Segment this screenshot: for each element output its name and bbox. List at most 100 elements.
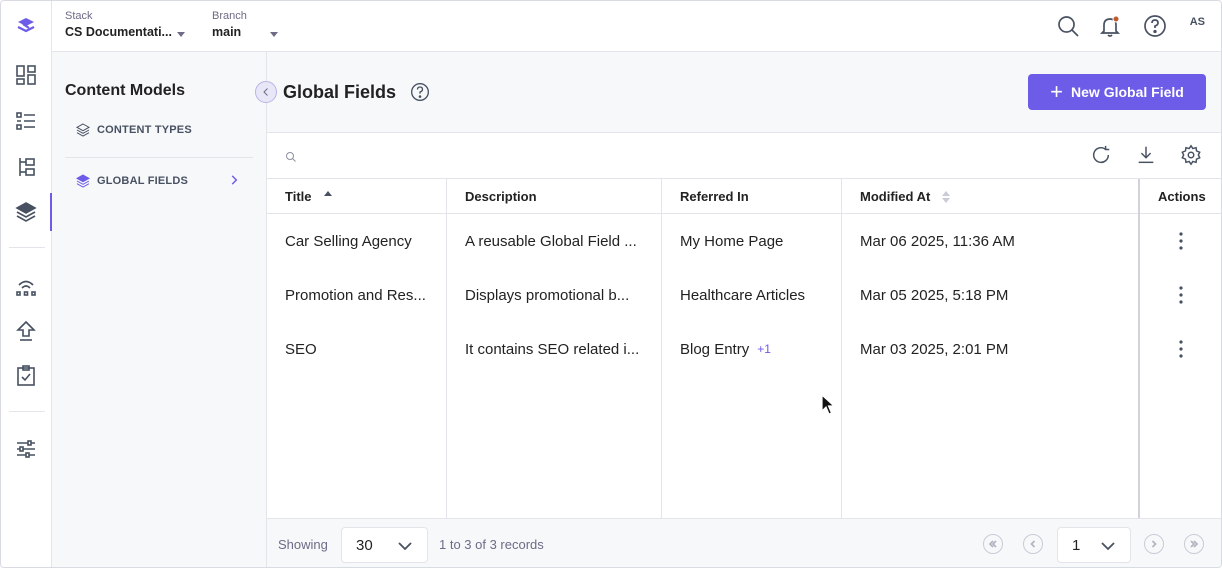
- branch-dropdown-caret-icon[interactable]: [270, 32, 278, 37]
- app-logo-icon[interactable]: [13, 13, 39, 39]
- pagination-footer: Showing 30 1 to 3 of 3 records 1: [267, 518, 1221, 567]
- webhooks-icon[interactable]: [13, 273, 39, 299]
- cell-referred-in: My Home Page: [680, 214, 840, 268]
- table-row[interactable]: Promotion and Res... Displays promotiona…: [267, 268, 1139, 322]
- top-header: Stack CS Documentati... Branch main AS: [52, 1, 1221, 52]
- user-avatar[interactable]: AS: [1190, 16, 1205, 28]
- cell-description: A reusable Global Field ...: [465, 232, 637, 250]
- chevron-down-icon: [1101, 542, 1115, 551]
- next-page-button[interactable]: [1144, 534, 1164, 554]
- column-header-title[interactable]: Title: [285, 179, 332, 214]
- cell-description: Displays promotional b...: [465, 286, 630, 304]
- stack-label: Stack: [65, 10, 93, 22]
- chevron-down-icon: [398, 542, 412, 551]
- last-page-button[interactable]: [1184, 534, 1204, 554]
- double-chevron-left-icon: [988, 540, 997, 548]
- global-fields-table: Title Description Referred In Modified A…: [267, 132, 1221, 519]
- search-icon[interactable]: [285, 150, 297, 162]
- export-download-icon[interactable]: [1135, 144, 1159, 168]
- column-header-actions: Actions: [1158, 179, 1206, 214]
- column-header-modified-at-label: Modified At: [860, 189, 931, 204]
- cell-title[interactable]: Car Selling Agency: [285, 214, 440, 268]
- chevron-right-icon: [231, 175, 238, 185]
- mouse-pointer-icon: [821, 393, 836, 416]
- assets-tree-icon[interactable]: [13, 154, 39, 180]
- column-header-referred-in: Referred In: [680, 179, 749, 214]
- table-toolbar: [267, 133, 1221, 179]
- records-count: 1 to 3 of 3 records: [439, 537, 544, 552]
- cell-description: It contains SEO related i...: [465, 340, 640, 358]
- app-frame: Stack CS Documentati... Branch main AS C…: [0, 0, 1222, 568]
- table-row[interactable]: Car Selling Agency A reusable Global Fie…: [267, 214, 1139, 268]
- help-circle-icon[interactable]: [410, 82, 430, 102]
- table-row[interactable]: SEO It contains SEO related i... Blog En…: [267, 322, 1139, 376]
- cell-title[interactable]: SEO: [285, 322, 440, 376]
- per-page-select[interactable]: 30: [341, 527, 428, 563]
- prev-page-button[interactable]: [1023, 534, 1043, 554]
- tasks-clipboard-icon[interactable]: [13, 363, 39, 389]
- branch-label: Branch: [212, 10, 247, 22]
- publish-queue-icon[interactable]: [13, 318, 39, 344]
- main-content: Global Fields + New Global Field Title D…: [267, 52, 1221, 567]
- cell-modified-at: Mar 05 2025, 5:18 PM: [860, 286, 1009, 304]
- chevron-left-icon: [1030, 540, 1036, 548]
- row-actions-kebab-icon[interactable]: [1173, 214, 1189, 268]
- nav-content-types-label: CONTENT TYPES: [97, 124, 192, 136]
- double-chevron-right-icon: [1190, 540, 1199, 548]
- stack-dropdown-caret-icon[interactable]: [177, 32, 185, 37]
- rail-divider: [9, 247, 45, 248]
- nav-global-fields[interactable]: GLOBAL FIELDS: [65, 157, 253, 203]
- chevron-left-icon: [263, 88, 268, 96]
- content-models-icon[interactable]: [13, 199, 39, 225]
- collapse-panel-button[interactable]: [255, 81, 277, 103]
- page-value: 1: [1072, 536, 1081, 554]
- stack-selector[interactable]: Stack CS Documentati...: [65, 10, 195, 39]
- dashboard-icon[interactable]: [13, 62, 39, 88]
- first-page-button[interactable]: [983, 534, 1003, 554]
- entries-list-icon[interactable]: [13, 108, 39, 134]
- refresh-icon[interactable]: [1090, 144, 1114, 168]
- notification-bell-icon[interactable]: [1097, 13, 1123, 39]
- row-actions-kebab-icon[interactable]: [1173, 268, 1189, 322]
- new-global-field-button[interactable]: + New Global Field: [1028, 74, 1206, 110]
- icon-rail: [1, 1, 52, 567]
- rail-divider: [9, 411, 45, 412]
- cell-referred-in: Healthcare Articles: [680, 268, 840, 322]
- content-models-panel: Content Models CONTENT TYPES GLOBAL FIEL…: [52, 52, 267, 567]
- help-icon[interactable]: [1142, 13, 1168, 39]
- referred-in-more-badge[interactable]: +1: [757, 342, 771, 356]
- search-icon[interactable]: [1055, 13, 1081, 39]
- table-header: Title Description Referred In Modified A…: [267, 179, 1221, 214]
- column-header-referred-in-label: Referred In: [680, 189, 749, 204]
- cell-title[interactable]: Promotion and Res...: [285, 268, 440, 322]
- referred-in-text: My Home Page: [680, 232, 784, 250]
- branch-value: main: [212, 25, 242, 39]
- column-header-modified-at[interactable]: Modified At: [860, 179, 951, 214]
- branch-selector[interactable]: Branch main: [212, 10, 292, 39]
- referred-in-text: Blog Entry: [680, 340, 750, 358]
- settings-sliders-icon[interactable]: [13, 436, 39, 462]
- sort-ascending-icon[interactable]: [323, 190, 332, 203]
- layers-icon: [75, 123, 91, 137]
- plus-icon: +: [1050, 79, 1064, 104]
- nav-global-fields-label: GLOBAL FIELDS: [97, 174, 189, 187]
- sort-toggle-icon[interactable]: [942, 190, 951, 203]
- chevron-right-icon: [1151, 540, 1157, 548]
- column-header-actions-label: Actions: [1158, 189, 1206, 204]
- referred-in-text: Healthcare Articles: [680, 286, 806, 304]
- row-actions-kebab-icon[interactable]: [1173, 322, 1189, 376]
- content-models-title: Content Models: [65, 82, 185, 99]
- new-global-field-label: New Global Field: [1071, 84, 1184, 100]
- page-title: Global Fields: [283, 82, 397, 102]
- per-page-value: 30: [356, 536, 373, 554]
- nav-content-types[interactable]: CONTENT TYPES: [65, 107, 253, 153]
- page-select[interactable]: 1: [1057, 527, 1131, 563]
- column-header-description: Description: [465, 179, 537, 214]
- layers-filled-icon: [75, 173, 91, 188]
- showing-label: Showing: [278, 537, 328, 552]
- cell-modified-at: Mar 03 2025, 2:01 PM: [860, 340, 1009, 358]
- gear-icon[interactable]: [1180, 144, 1204, 168]
- cell-modified-at: Mar 06 2025, 11:36 AM: [860, 232, 1015, 250]
- stack-value: CS Documentati...: [65, 25, 172, 39]
- column-header-description-label: Description: [465, 189, 537, 204]
